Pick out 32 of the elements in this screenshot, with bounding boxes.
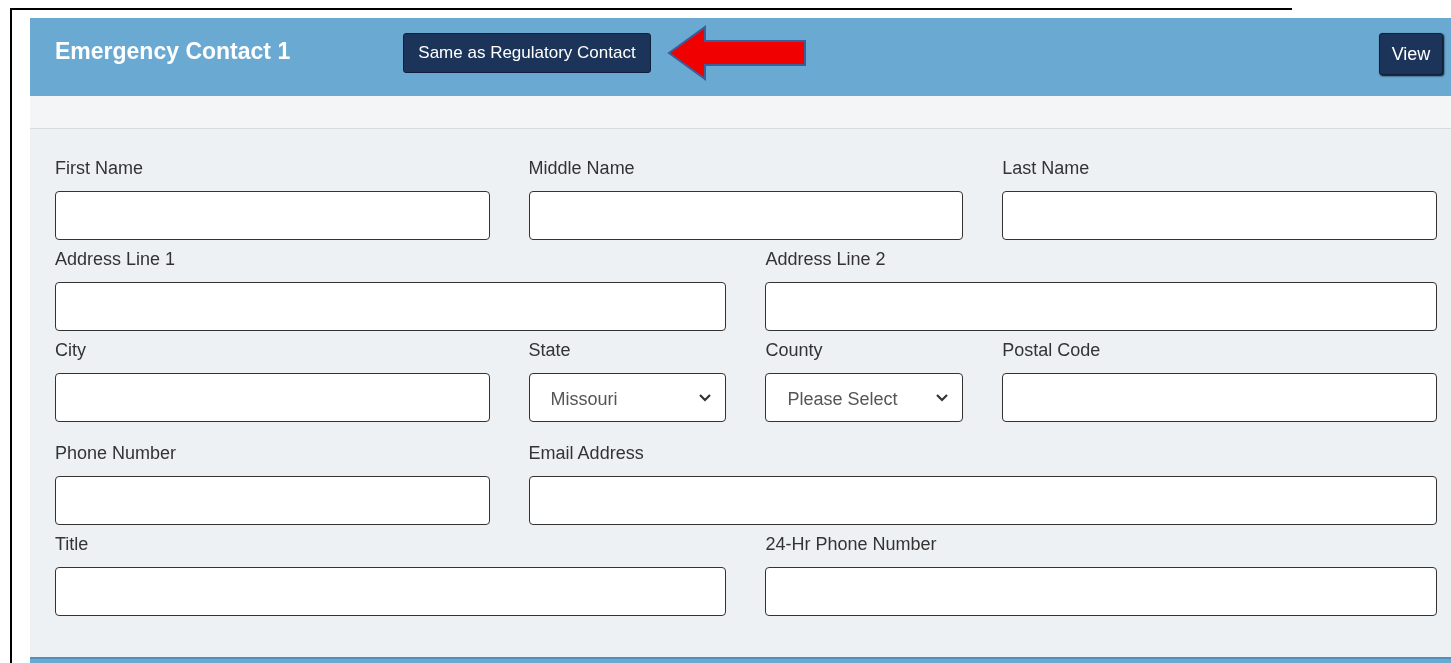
chevron-icon bbox=[699, 393, 712, 402]
field-label: City bbox=[55, 339, 87, 362]
input-field[interactable] bbox=[55, 373, 490, 422]
arrow-icon bbox=[667, 25, 807, 81]
field-label: First Name bbox=[55, 157, 144, 180]
field-label: Postal Code bbox=[1002, 339, 1102, 362]
input-field[interactable] bbox=[55, 476, 490, 525]
field-label: Address Line 1 bbox=[55, 248, 177, 271]
input-field[interactable] bbox=[765, 282, 1437, 331]
input-field[interactable] bbox=[55, 282, 727, 331]
field-label: Middle Name bbox=[528, 157, 636, 180]
same-as-regulatory-button[interactable]: Same as Regulatory Contact bbox=[403, 33, 651, 73]
dropdown[interactable]: Missouri bbox=[528, 373, 727, 422]
input-field[interactable] bbox=[765, 567, 1437, 616]
field-label: State bbox=[528, 339, 572, 362]
field-label: Address Line 2 bbox=[765, 248, 887, 271]
field-label: Last Name bbox=[1002, 157, 1091, 180]
dropdown[interactable]: Please Select bbox=[765, 373, 964, 422]
input-field[interactable] bbox=[528, 191, 964, 240]
section-title: Emergency Contact 1 bbox=[55, 38, 292, 65]
field-label: County bbox=[765, 339, 824, 362]
field-label: Title bbox=[55, 533, 90, 556]
field-label: Phone Number bbox=[55, 442, 178, 465]
input-field[interactable] bbox=[1002, 191, 1437, 240]
input-field[interactable] bbox=[1002, 373, 1437, 422]
chevron-icon bbox=[936, 393, 949, 402]
field-label: Email Address bbox=[528, 442, 645, 465]
view-button[interactable]: View bbox=[1379, 33, 1443, 75]
input-field[interactable] bbox=[55, 567, 727, 616]
field-label: 24-Hr Phone Number bbox=[765, 533, 938, 556]
input-field[interactable] bbox=[528, 476, 1437, 525]
input-field[interactable] bbox=[55, 191, 490, 240]
